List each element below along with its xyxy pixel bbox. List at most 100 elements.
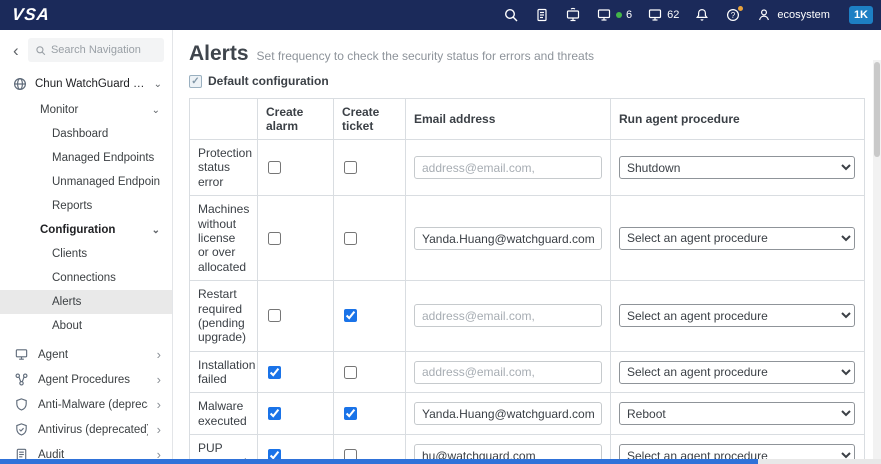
document-icon[interactable] [534,7,550,23]
alert-type-label: Installation failed [198,357,256,387]
user-icon [759,9,770,21]
table-row: Installation failed Select an agent proc… [189,350,865,394]
default-configuration-label: Default configuration [208,74,329,88]
notifications-bell-icon[interactable] [694,7,710,23]
agent-procedure-select[interactable]: Shutdown [619,156,855,180]
create-ticket-checkbox[interactable] [344,365,357,379]
email-address-input[interactable] [414,360,602,384]
email-address-input[interactable] [414,304,602,328]
sidebar-item-alerts[interactable]: Alerts [0,290,172,314]
page-title: Alerts [189,42,249,65]
svg-text:?: ? [731,11,736,20]
root-scope-label: Chun WatchGuard Endpoint ... [35,78,147,90]
page-header: Alerts Set frequency to check the securit… [189,42,865,66]
sidebar-item-connections[interactable]: Connections [0,266,172,290]
sidebar-item-managed-endpoints[interactable]: Managed Endpoints [0,146,172,170]
nav-tree: Monitor ⌄ Dashboard Managed Endpoints Un… [0,98,172,338]
sidebar-item-root-scope[interactable]: Chun WatchGuard Endpoint ... ⌄ [0,70,172,98]
chevron-right-icon: › [156,397,161,412]
create-alarm-checkbox[interactable] [268,407,281,421]
email-address-input[interactable] [414,402,602,426]
create-alarm-checkbox[interactable] [268,161,281,175]
topbar: VSA 6 62 ? ecosystem 1K [0,0,881,30]
nav-search-box [27,38,164,62]
table-row: Malware executed Reboot [189,392,865,436]
sidebar-item-unmanaged-endpoints[interactable]: Unmanaged Endpoints [0,170,172,194]
table-row: Machines without license or over allocat… [189,195,865,282]
nav-modules: Agent › Agent Procedures › Anti-Malware … [0,342,172,464]
chevron-right-icon: › [156,422,161,437]
sidebar-module-agent-procedures[interactable]: Agent Procedures › [0,367,172,392]
agent-procedure-select[interactable]: Select an agent procedure [619,304,855,328]
sidebar-module-agent[interactable]: Agent › [0,342,172,367]
alert-type-label: Protection status error [198,146,253,189]
alert-type-header [189,98,258,140]
agent-procedures-icon [13,372,29,388]
sidebar-item-about[interactable]: About [0,314,172,338]
nav-search-input[interactable] [50,44,157,56]
online-count: 6 [625,9,633,21]
default-configuration-toggle[interactable]: ✓ Default configuration [189,74,865,88]
create-alarm-checkbox[interactable] [268,365,281,379]
create-alarm-header: Create alarm [257,98,334,140]
create-ticket-checkbox[interactable] [344,231,357,245]
anti-malware-shield-icon [13,397,29,413]
main-content: Alerts Set frequency to check the securit… [173,30,881,464]
chevron-right-icon: › [156,347,161,362]
email-address-input[interactable] [414,226,602,250]
total-count: 62 [667,9,680,21]
vertical-scrollbar-thumb[interactable] [874,62,880,157]
org-badge[interactable]: 1K [848,6,873,24]
alert-type-label: Machines without license or over allocat… [198,202,250,274]
vsa-logo: VSA [11,5,52,24]
default-configuration-checkbox[interactable]: ✓ [189,74,202,88]
table-row: Restart required (pending upgrade) Selec… [189,280,865,352]
search-icon [36,45,45,55]
agent-procedure-select[interactable]: Select an agent procedure [619,360,855,384]
chevron-down-icon: ⌄ [151,224,160,236]
sidebar-collapse-button[interactable]: ‹ [11,42,21,59]
table-header-row: Create alarm Create ticket Email address… [189,98,865,140]
agent-procedure-select[interactable]: Reboot [619,402,855,426]
create-ticket-checkbox[interactable] [344,309,357,323]
create-ticket-checkbox[interactable] [344,407,357,421]
table-row: Protection status error Shutdown [189,138,865,197]
user-menu[interactable]: ecosystem [756,7,830,23]
search-icon[interactable] [503,7,519,23]
agent-monitor-icon [13,347,29,363]
help-alert-dot [738,6,744,11]
create-alarm-checkbox[interactable] [268,309,281,323]
vertical-scrollbar[interactable] [873,60,881,459]
remote-control-icon[interactable] [565,7,581,23]
create-alarm-checkbox[interactable] [268,231,281,245]
email-address-input[interactable] [414,156,602,180]
scope-globe-icon [13,77,27,91]
sidebar-module-antivirus-deprecated[interactable]: Antivirus (deprecated) › [0,417,172,442]
help-icon[interactable]: ? [725,6,744,23]
app-window: VSA 6 62 ? ecosystem 1K ‹ Search Navigat… [0,0,881,464]
sidebar-item-reports[interactable]: Reports [0,194,172,218]
chevron-right-icon: › [156,372,161,387]
online-status-dot [615,12,622,18]
machines-total-icon[interactable]: 62 [647,7,679,23]
alert-type-label: Restart required (pending upgrade) [198,287,247,345]
alerts-table: Create alarm Create ticket Email address… [189,98,865,464]
chevron-down-icon: ⌄ [153,78,162,90]
user-name: ecosystem [777,9,830,21]
antivirus-shield-icon [13,422,29,438]
sidebar-module-anti-malware-deprecated[interactable]: Anti-Malware (deprecated) › [0,392,172,417]
create-ticket-header: Create ticket [333,98,406,140]
email-address-header: Email address [405,98,611,140]
horizontal-scrollbar-thumb[interactable] [0,459,758,464]
chevron-down-icon: ⌄ [151,104,160,116]
horizontal-scrollbar[interactable] [0,459,881,464]
sidebar-item-clients[interactable]: Clients [0,242,172,266]
agent-procedure-select[interactable]: Select an agent procedure [619,226,855,250]
sidebar-item-configuration[interactable]: Configuration ⌄ [0,218,172,242]
sidebar-item-monitor[interactable]: Monitor ⌄ [0,98,172,122]
machines-online-icon[interactable]: 6 [596,7,632,23]
create-ticket-checkbox[interactable] [344,161,357,175]
alert-type-label: Malware executed [198,399,247,428]
sidebar-item-dashboard[interactable]: Dashboard [0,122,172,146]
run-agent-procedure-header: Run agent procedure [610,98,865,140]
